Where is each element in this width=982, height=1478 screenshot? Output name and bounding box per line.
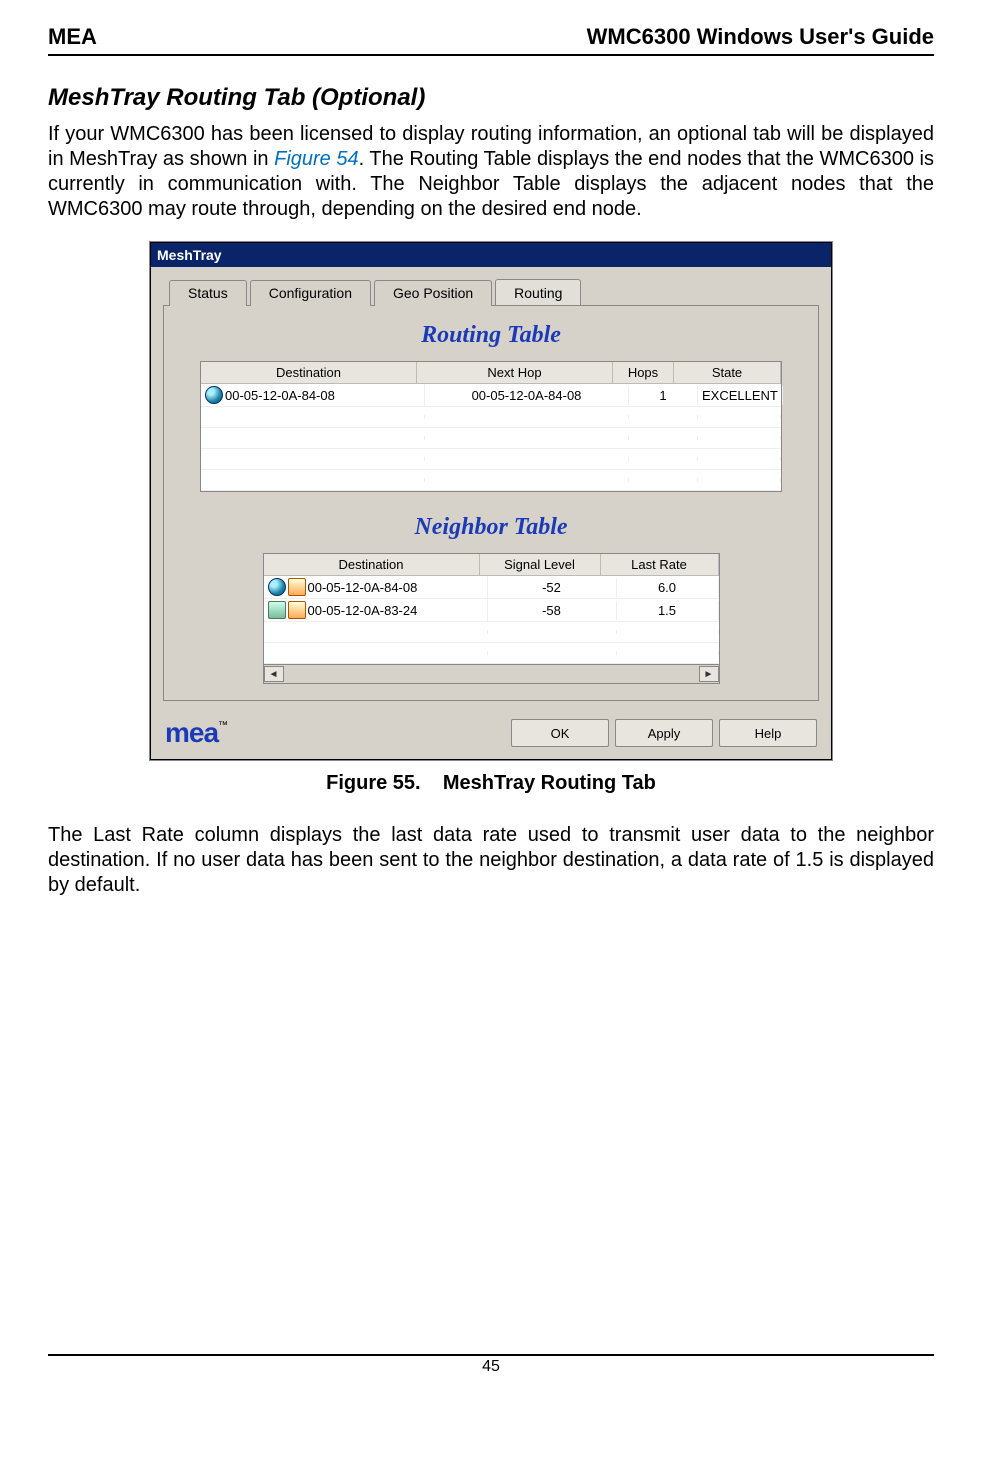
routing-table-header: Destination Next Hop Hops State <box>201 362 781 384</box>
caption-text: MeshTray Routing Tab <box>443 772 656 794</box>
cell-nt-dest-text: 00-05-12-0A-83-24 <box>308 603 418 618</box>
tab-strip: Status Configuration Geo Position Routin… <box>151 267 831 305</box>
trademark-symbol: ™ <box>218 720 227 731</box>
mea-logo: mea™ <box>165 717 227 749</box>
page-header: MEA WMC6300 Windows User's Guide <box>48 24 934 56</box>
col-destination[interactable]: Destination <box>201 362 417 383</box>
button-row: OK Apply Help <box>511 719 817 747</box>
table-row <box>201 428 781 449</box>
neighbor-table-header: Destination Signal Level Last Rate <box>264 554 719 576</box>
scroll-right-button[interactable]: ► <box>699 666 719 682</box>
table-row <box>201 449 781 470</box>
cell-destination-text: 00-05-12-0A-84-08 <box>225 388 335 403</box>
paragraph-1: If your WMC6300 has been licensed to dis… <box>48 122 934 222</box>
cell-last-rate: 1.5 <box>617 601 719 620</box>
help-button[interactable]: Help <box>719 719 817 747</box>
card-icon <box>288 578 306 596</box>
cell-hops: 1 <box>629 386 698 405</box>
section-title: MeshTray Routing Tab (Optional) <box>48 84 934 112</box>
cell-nt-destination: 00-05-12-0A-83-24 <box>264 599 488 621</box>
table-row[interactable]: 00-05-12-0A-84-08 -52 6.0 <box>264 576 719 599</box>
table-row <box>264 643 719 664</box>
page-footer: 45 <box>0 1354 982 1376</box>
table-row <box>264 622 719 643</box>
tab-configuration[interactable]: Configuration <box>250 280 371 306</box>
tab-geo-position[interactable]: Geo Position <box>374 280 492 306</box>
globe-icon <box>205 386 223 404</box>
col-nt-destination[interactable]: Destination <box>264 554 480 575</box>
cell-nt-dest-text: 00-05-12-0A-84-08 <box>308 580 418 595</box>
figure-caption: Figure 55. MeshTray Routing Tab <box>48 772 934 795</box>
card-icon <box>288 601 306 619</box>
cell-state: EXCELLENT <box>698 386 783 405</box>
horizontal-scrollbar[interactable]: ◄ ► <box>264 664 719 683</box>
routing-table: Destination Next Hop Hops State 00-05-12… <box>200 361 782 492</box>
table-row[interactable]: 00-05-12-0A-84-08 00-05-12-0A-84-08 1 EX… <box>201 384 781 407</box>
col-hops[interactable]: Hops <box>613 362 674 383</box>
col-next-hop[interactable]: Next Hop <box>417 362 613 383</box>
header-right: WMC6300 Windows User's Guide <box>587 24 934 50</box>
device-icon <box>268 601 286 619</box>
header-left: MEA <box>48 24 97 50</box>
routing-table-title: Routing Table <box>178 322 804 349</box>
meshtray-window: MeshTray Status Configuration Geo Positi… <box>150 242 832 760</box>
neighbor-table: Destination Signal Level Last Rate 00-05… <box>263 553 720 684</box>
table-row <box>201 407 781 428</box>
cell-nt-destination: 00-05-12-0A-84-08 <box>264 576 488 598</box>
apply-button[interactable]: Apply <box>615 719 713 747</box>
window-footer: mea™ OK Apply Help <box>151 711 831 759</box>
page-number: 45 <box>0 1356 982 1376</box>
caption-label: Figure 55. <box>326 772 420 794</box>
cell-signal-level: -52 <box>488 578 617 597</box>
cell-next-hop: 00-05-12-0A-84-08 <box>425 386 629 405</box>
ok-button[interactable]: OK <box>511 719 609 747</box>
tab-status[interactable]: Status <box>169 280 247 306</box>
logo-text: mea <box>165 717 218 748</box>
cell-destination: 00-05-12-0A-84-08 <box>201 384 425 406</box>
neighbor-table-title: Neighbor Table <box>178 514 804 541</box>
col-signal-level[interactable]: Signal Level <box>480 554 601 575</box>
window-titlebar: MeshTray <box>151 243 831 267</box>
cell-signal-level: -58 <box>488 601 617 620</box>
tab-routing[interactable]: Routing <box>495 279 581 305</box>
globe-icon <box>268 578 286 596</box>
cell-last-rate: 6.0 <box>617 578 719 597</box>
table-row[interactable]: 00-05-12-0A-83-24 -58 1.5 <box>264 599 719 622</box>
col-state[interactable]: State <box>674 362 781 383</box>
scroll-left-button[interactable]: ◄ <box>264 666 284 682</box>
col-last-rate[interactable]: Last Rate <box>601 554 719 575</box>
table-row <box>201 470 781 491</box>
figure-link: Figure 54 <box>274 148 359 170</box>
routing-panel: Routing Table Destination Next Hop Hops … <box>163 305 819 701</box>
paragraph-2: The Last Rate column displays the last d… <box>48 823 934 898</box>
